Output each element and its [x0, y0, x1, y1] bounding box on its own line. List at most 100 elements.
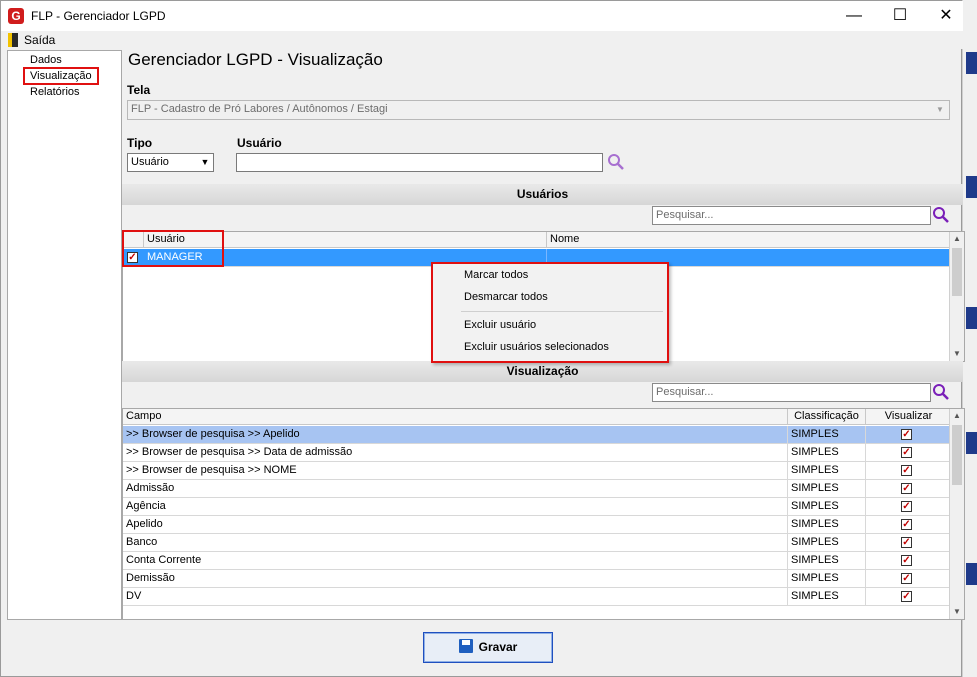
table-row[interactable]: Agência SIMPLES ✓ [123, 498, 950, 516]
cell-visualizar: ✓ [866, 534, 950, 551]
cell-visualizar: ✓ [866, 552, 950, 569]
column-header-campo[interactable]: Campo [123, 409, 788, 425]
column-header-visualizar[interactable]: Visualizar [866, 409, 952, 425]
scroll-down-icon[interactable]: ▼ [950, 605, 964, 619]
visualizar-checkbox[interactable]: ✓ [901, 483, 912, 494]
visualizar-checkbox[interactable]: ✓ [901, 591, 912, 602]
visualizar-checkbox[interactable]: ✓ [901, 447, 912, 458]
menu-item-marcar-todos[interactable]: Marcar todos [464, 269, 528, 281]
visualizar-checkbox[interactable]: ✓ [901, 573, 912, 584]
cell-visualizar: ✓ [866, 498, 950, 515]
background-tab [966, 563, 977, 585]
visualizar-checkbox[interactable]: ✓ [901, 429, 912, 440]
menu-item-desmarcar-todos[interactable]: Desmarcar todos [464, 291, 548, 303]
close-button[interactable]: ✕ [923, 1, 969, 31]
table-row[interactable]: Demissão SIMPLES ✓ [123, 570, 950, 588]
view-section-header: Visualização [122, 361, 963, 382]
tipo-select[interactable]: Usuário ▼ [127, 153, 214, 172]
search-icon[interactable] [932, 206, 950, 224]
visualizar-checkbox[interactable]: ✓ [901, 519, 912, 530]
users-search-input[interactable]: Pesquisar... [652, 206, 931, 225]
cell-classificacao: SIMPLES [788, 462, 866, 479]
view-search-input[interactable]: Pesquisar... [652, 383, 931, 402]
table-row[interactable]: Banco SIMPLES ✓ [123, 534, 950, 552]
cell-classificacao: SIMPLES [788, 570, 866, 587]
table-row[interactable]: >> Browser de pesquisa >> Apelido SIMPLES… [123, 426, 950, 444]
users-scrollbar[interactable]: ▲ ▼ [949, 232, 964, 361]
cell-classificacao: SIMPLES [788, 534, 866, 551]
minimize-button[interactable]: — [831, 1, 877, 31]
cell-visualizar: ✓ [866, 462, 950, 479]
search-icon[interactable] [932, 383, 950, 401]
save-label: Gravar [478, 640, 518, 654]
scroll-thumb[interactable] [952, 425, 962, 485]
maximize-button[interactable]: ☐ [877, 1, 923, 31]
context-menu: Marcar todos Desmarcar todos Excluir usu… [431, 262, 669, 363]
sidebar-item-relatorios[interactable]: Relatórios [30, 86, 80, 98]
cell-classificacao: SIMPLES [788, 426, 866, 443]
menu-item-excluir-selecionados[interactable]: Excluir usuários selecionados [464, 341, 609, 353]
main-window: G FLP - Gerenciador LGPD — ☐ ✕ Saída Dad… [0, 0, 965, 677]
visualizar-checkbox[interactable]: ✓ [901, 465, 912, 476]
visualizar-checkbox[interactable]: ✓ [901, 555, 912, 566]
cell-campo: Admissão [123, 480, 788, 497]
table-row[interactable]: >> Browser de pesquisa >> NOME SIMPLES ✓ [123, 462, 950, 480]
scroll-thumb[interactable] [952, 248, 962, 296]
view-grid: Campo Classificação Visualizar >> Browse… [122, 408, 965, 620]
exit-door-icon[interactable] [8, 33, 18, 47]
column-header-classificacao[interactable]: Classificação [788, 409, 866, 425]
cell-visualizar: ✓ [866, 570, 950, 587]
page-title: Gerenciador LGPD - Visualização [128, 50, 383, 69]
cell-classificacao: SIMPLES [788, 516, 866, 533]
table-row[interactable]: Conta Corrente SIMPLES ✓ [123, 552, 950, 570]
usuario-label: Usuário [237, 136, 282, 150]
cell-visualizar: ✓ [866, 426, 950, 443]
visualizar-checkbox[interactable]: ✓ [901, 537, 912, 548]
save-button[interactable]: Gravar [423, 632, 553, 663]
users-section-header: Usuários [122, 184, 963, 205]
tela-label: Tela [127, 83, 151, 97]
exit-menu[interactable]: Saída [24, 33, 55, 47]
scroll-up-icon[interactable]: ▲ [950, 409, 964, 423]
sidebar-item-dados[interactable]: Dados [30, 54, 62, 66]
cell-campo: Banco [123, 534, 788, 551]
cell-campo: Apelido [123, 516, 788, 533]
window-title: FLP - Gerenciador LGPD [31, 9, 166, 23]
usuario-input[interactable] [236, 153, 603, 172]
table-row[interactable]: Admissão SIMPLES ✓ [123, 480, 950, 498]
scroll-down-icon[interactable]: ▼ [950, 347, 964, 361]
table-row[interactable]: DV SIMPLES ✓ [123, 588, 950, 606]
cell-visualizar: ✓ [866, 588, 950, 605]
highlight-box [122, 230, 224, 267]
background-tab [966, 432, 977, 454]
search-icon[interactable] [607, 153, 625, 171]
cell-campo: >> Browser de pesquisa >> NOME [123, 462, 788, 479]
sidebar: Dados Visualização Relatórios [7, 50, 122, 620]
chevron-down-icon: ▼ [936, 105, 944, 114]
column-header-nome[interactable]: Nome [547, 232, 952, 248]
menu-item-excluir-usuario[interactable]: Excluir usuário [464, 319, 536, 331]
visualizar-checkbox[interactable]: ✓ [901, 501, 912, 512]
table-row[interactable]: >> Browser de pesquisa >> Data de admiss… [123, 444, 950, 462]
app-logo-icon: G [8, 8, 24, 24]
cell-campo: Demissão [123, 570, 788, 587]
cell-classificacao: SIMPLES [788, 480, 866, 497]
tela-combo: FLP - Cadastro de Pró Labores / Autônomo… [127, 100, 950, 120]
background-tab [966, 307, 977, 329]
view-scrollbar[interactable]: ▲ ▼ [949, 409, 964, 619]
chevron-down-icon: ▼ [200, 157, 210, 167]
background-tab [966, 52, 977, 74]
table-row[interactable]: Apelido SIMPLES ✓ [123, 516, 950, 534]
menu-bar [1, 31, 963, 49]
cell-visualizar: ✓ [866, 480, 950, 497]
menu-separator [461, 311, 663, 312]
cell-classificacao: SIMPLES [788, 498, 866, 515]
scroll-up-icon[interactable]: ▲ [950, 232, 964, 246]
cell-visualizar: ✓ [866, 516, 950, 533]
cell-classificacao: SIMPLES [788, 588, 866, 605]
cell-campo: >> Browser de pesquisa >> Apelido [123, 426, 788, 443]
cell-classificacao: SIMPLES [788, 444, 866, 461]
tela-value: FLP - Cadastro de Pró Labores / Autônomo… [131, 103, 388, 115]
cell-campo: Conta Corrente [123, 552, 788, 569]
tipo-value: Usuário [131, 156, 169, 168]
